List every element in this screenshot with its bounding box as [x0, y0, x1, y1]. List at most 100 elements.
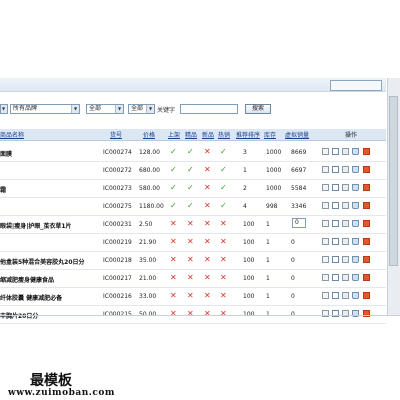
column-name[interactable]: 商品名称	[0, 130, 24, 139]
cross-icon[interactable]: ✕	[187, 292, 194, 300]
product-virtual-sales[interactable]: 3346	[291, 203, 306, 210]
view-icon[interactable]	[322, 166, 329, 173]
cross-icon[interactable]: ✕	[187, 310, 194, 318]
column-virtual-sales[interactable]: 虚拟销量	[285, 130, 309, 139]
view-icon[interactable]	[322, 292, 329, 299]
product-stock[interactable]: 1	[266, 275, 270, 282]
check-icon[interactable]: ✓	[220, 202, 227, 210]
cross-icon[interactable]: ✕	[170, 256, 177, 264]
trash-icon[interactable]	[352, 202, 359, 209]
cross-icon[interactable]: ✕	[204, 256, 211, 264]
column-on-sale[interactable]: 上架	[168, 130, 180, 139]
view-icon[interactable]	[322, 202, 329, 209]
cross-icon[interactable]: ✕	[220, 238, 227, 246]
virtual-sales-input[interactable]: 0	[292, 218, 306, 228]
cross-icon[interactable]: ✕	[204, 310, 211, 318]
copy-icon[interactable]	[342, 202, 349, 209]
remove-icon[interactable]	[363, 202, 370, 209]
remove-icon[interactable]	[363, 274, 370, 281]
cross-icon[interactable]: ✕	[220, 274, 227, 282]
product-stock[interactable]: 1	[266, 239, 270, 246]
cross-icon[interactable]: ✕	[170, 310, 177, 318]
cross-icon[interactable]: ✕	[204, 292, 211, 300]
cross-icon[interactable]: ✕	[170, 292, 177, 300]
view-icon[interactable]	[322, 184, 329, 191]
check-icon[interactable]: ✓	[170, 166, 177, 174]
product-name[interactable]: 眼袋|瘦身|护眼_茧衣草1片	[0, 221, 72, 230]
check-icon[interactable]: ✓	[187, 184, 194, 192]
view-icon[interactable]	[322, 220, 329, 227]
column-hot[interactable]: 热销	[218, 130, 230, 139]
cross-icon[interactable]: ✕	[204, 220, 211, 228]
product-virtual-sales[interactable]: 0	[291, 239, 295, 246]
product-name[interactable]: 纤体胶囊 健康减肥必备	[0, 293, 62, 302]
cross-icon[interactable]: ✕	[187, 220, 194, 228]
cross-icon[interactable]: ✕	[204, 238, 211, 246]
edit-icon[interactable]	[332, 256, 339, 263]
remove-icon[interactable]	[363, 238, 370, 245]
product-stock[interactable]: 1	[266, 293, 270, 300]
remove-icon[interactable]	[363, 292, 370, 299]
product-name[interactable]: 霜	[0, 185, 6, 194]
check-icon[interactable]: ✓	[220, 166, 227, 174]
edit-icon[interactable]	[332, 238, 339, 245]
product-sort-order[interactable]: 4	[243, 203, 247, 210]
search-button[interactable]: 搜索	[245, 104, 271, 114]
column-sku[interactable]: 货号	[110, 130, 122, 139]
cross-icon[interactable]: ✕	[204, 148, 211, 156]
view-icon[interactable]	[322, 256, 329, 263]
cross-icon[interactable]: ✕	[220, 292, 227, 300]
product-sort-order[interactable]: 100	[243, 293, 254, 300]
edit-icon[interactable]	[332, 292, 339, 299]
check-icon[interactable]: ✓	[187, 148, 194, 156]
product-virtual-sales[interactable]: 5584	[291, 185, 306, 192]
category-select[interactable]: ▼	[0, 104, 8, 114]
trash-icon[interactable]	[352, 274, 359, 281]
product-sort-order[interactable]: 100	[243, 221, 254, 228]
check-icon[interactable]: ✓	[170, 184, 177, 192]
view-icon[interactable]	[322, 238, 329, 245]
product-sort-order[interactable]: 3	[243, 149, 247, 156]
check-icon[interactable]: ✓	[170, 202, 177, 210]
product-sort-order[interactable]: 100	[243, 275, 254, 282]
product-sort-order[interactable]: 2	[243, 185, 247, 192]
column-stock[interactable]: 库存	[264, 130, 276, 139]
column-sort[interactable]: 推荐排序	[236, 130, 260, 139]
keyword-input[interactable]	[180, 104, 238, 114]
product-name[interactable]: 缩减肥瘦身健康食品	[0, 275, 54, 284]
view-icon[interactable]	[322, 148, 329, 155]
copy-icon[interactable]	[342, 148, 349, 155]
product-name[interactable]: 他盒装5种混合美容胶丸20日分	[0, 257, 85, 266]
cross-icon[interactable]: ✕	[204, 274, 211, 282]
edit-icon[interactable]	[332, 202, 339, 209]
remove-icon[interactable]	[363, 256, 370, 263]
product-virtual-sales[interactable]: 8669	[291, 149, 306, 156]
trash-icon[interactable]	[352, 256, 359, 263]
cross-icon[interactable]: ✕	[187, 238, 194, 246]
product-virtual-sales[interactable]: 0	[291, 275, 295, 282]
product-stock[interactable]: 998	[266, 203, 277, 210]
check-icon[interactable]: ✓	[220, 184, 227, 192]
edit-icon[interactable]	[332, 148, 339, 155]
product-virtual-sales[interactable]: 0	[291, 293, 295, 300]
cross-icon[interactable]: ✕	[204, 184, 211, 192]
product-stock[interactable]: 1000	[266, 149, 281, 156]
product-stock[interactable]: 1000	[266, 167, 281, 174]
cross-icon[interactable]: ✕	[220, 256, 227, 264]
remove-icon[interactable]	[363, 184, 370, 191]
check-icon[interactable]: ✓	[170, 148, 177, 156]
edit-icon[interactable]	[332, 274, 339, 281]
cross-icon[interactable]: ✕	[204, 166, 211, 174]
trash-icon[interactable]	[352, 148, 359, 155]
cross-icon[interactable]: ✕	[170, 238, 177, 246]
product-sort-order[interactable]: 100	[243, 257, 254, 264]
cross-icon[interactable]: ✕	[187, 256, 194, 264]
remove-icon[interactable]	[363, 148, 370, 155]
brand-select[interactable]: 所有品牌 ▼	[10, 104, 80, 114]
trash-icon[interactable]	[352, 238, 359, 245]
copy-icon[interactable]	[342, 166, 349, 173]
check-icon[interactable]: ✓	[220, 148, 227, 156]
product-stock[interactable]: 1	[266, 221, 270, 228]
copy-icon[interactable]	[342, 274, 349, 281]
trash-icon[interactable]	[352, 292, 359, 299]
